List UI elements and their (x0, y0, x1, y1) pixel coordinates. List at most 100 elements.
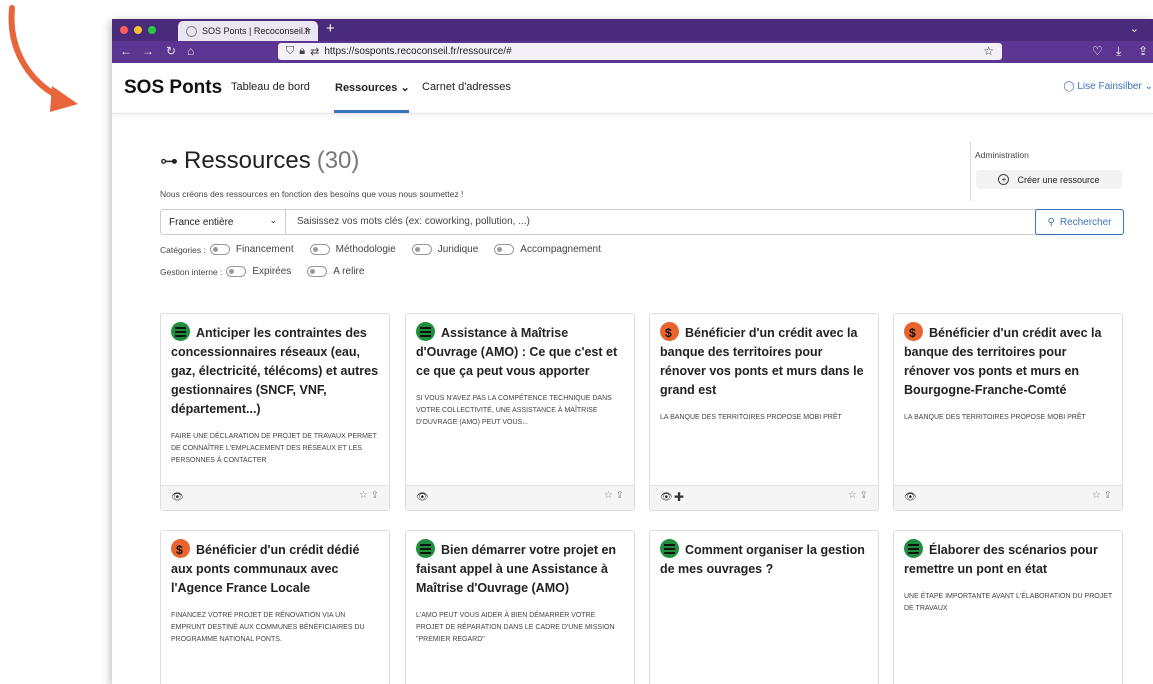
filter-a-relire[interactable]: A relire (303, 266, 364, 277)
card-footer: 👁︎ ☆ ⇪ (406, 485, 634, 510)
browser-titlebar: SOS Ponts | Recoconseil.fr × + ⌄ (112, 19, 1153, 41)
card-title[interactable]: Bénéficier d'un crédit avec la banque de… (660, 322, 868, 400)
card-description: La banque des territoires propose Mobi P… (904, 414, 1086, 421)
page-title: ⊶ Ressources (30) (160, 147, 360, 174)
share-icon[interactable]: ⇪ (1138, 44, 1148, 58)
resource-card[interactable]: Bénéficier d'un crédit avec la banque de… (893, 313, 1123, 511)
close-window-button[interactable] (120, 26, 128, 34)
resource-card[interactable]: Assistance à Maîtrise d'Ouvrage (AMO) : … (405, 313, 635, 511)
card-title[interactable]: Bien démarrer votre projet en faisant ap… (416, 539, 624, 598)
filter-expirees[interactable]: Expirées (222, 266, 291, 277)
page-subtitle: Nous créons des ressources en fonction d… (160, 189, 464, 199)
actions: ☆ ⇪ (604, 490, 624, 501)
forward-icon[interactable]: → (142, 44, 154, 58)
share-icon[interactable]: ⇪ (616, 490, 624, 501)
search-input[interactable]: Saisissez vos mots clés (ex: coworking, … (297, 216, 530, 227)
card-title[interactable]: Bénéficier d'un crédit avec la banque de… (904, 322, 1112, 400)
eye-icon: 👁︎ (660, 492, 673, 503)
card-title[interactable]: Comment organiser la gestion de mes ouvr… (660, 539, 868, 579)
url-bar[interactable]: ⛉ 🔒︎ ⇄ https://sosponts.recoconseil.fr/r… (278, 43, 1002, 60)
close-tab-icon[interactable]: × (304, 25, 310, 37)
reload-icon[interactable]: ↻ (166, 44, 176, 58)
star-icon[interactable]: ☆ (1092, 490, 1101, 501)
browser-tab[interactable]: SOS Ponts | Recoconseil.fr × (178, 21, 318, 41)
filter-accompagnement[interactable]: Accompagnement (490, 244, 601, 255)
resource-card[interactable]: Bénéficier d'un crédit avec la banque de… (649, 313, 879, 511)
browser-toolbar: ← → ↻ ⌂ ⛉ 🔒︎ ⇄ https://sosponts.recocons… (112, 41, 1153, 63)
share-icon[interactable]: ⇪ (371, 490, 379, 501)
filter-financement[interactable]: Financement (206, 244, 294, 255)
card-title[interactable]: Assistance à Maîtrise d'Ouvrage (AMO) : … (416, 322, 624, 381)
nav-tableau-de-bord[interactable]: Tableau de bord (231, 81, 310, 93)
card-footer: 👁︎ ☆ ⇪ (894, 485, 1122, 510)
star-icon[interactable]: ☆ (848, 490, 857, 501)
resource-card[interactable]: Anticiper les contraintes des concession… (160, 313, 390, 511)
maximize-window-button[interactable] (148, 26, 156, 34)
resource-count: (30) (316, 147, 360, 174)
toggle-switch[interactable] (226, 266, 247, 277)
pocket-icon[interactable]: ♡ (1092, 44, 1103, 58)
star-icon[interactable]: ☆ (604, 490, 613, 501)
toggle-switch[interactable] (309, 244, 330, 255)
star-icon[interactable]: ☆ (359, 490, 368, 501)
new-tab-button[interactable]: + (326, 20, 335, 37)
brand-logo[interactable]: SOS Ponts (124, 77, 222, 99)
minimize-window-button[interactable] (134, 26, 142, 34)
card-description: Financez votre projet de rénovation via … (171, 612, 365, 643)
bookmark-star-icon[interactable]: ☆ (983, 44, 994, 58)
card-title[interactable]: Anticiper les contraintes des concession… (171, 322, 379, 419)
home-icon[interactable]: ⌂ (187, 44, 194, 58)
chevron-down-icon: ⌄ (400, 82, 410, 94)
user-icon: ◯ (1063, 81, 1078, 92)
eye-icon: 👁︎ (171, 492, 184, 503)
card-description: La banque des territoires propose Mobi P… (660, 414, 842, 421)
admin-label: Administration (975, 150, 1029, 160)
actions: ☆ ⇪ (1092, 490, 1112, 501)
browser-window: SOS Ponts | Recoconseil.fr × + ⌄ ← → ↻ ⌂… (112, 19, 1153, 684)
scope-select[interactable]: France entière ⌄ (161, 210, 286, 234)
share-icon[interactable]: ⇪ (1104, 490, 1112, 501)
methodology-icon (904, 539, 923, 558)
resource-card[interactable]: Comment organiser la gestion de mes ouvr… (649, 530, 879, 684)
toggle-switch[interactable] (209, 244, 230, 255)
resource-card[interactable]: Bien démarrer votre projet en faisant ap… (405, 530, 635, 684)
filter-methodologie[interactable]: Méthodologie (306, 244, 396, 255)
plus-circle-icon: + (998, 174, 1010, 185)
filter-juridique[interactable]: Juridique (408, 244, 478, 255)
card-title[interactable]: Élaborer des scénarios pour remettre un … (904, 539, 1112, 579)
funding-icon (904, 322, 923, 343)
methodology-icon (416, 539, 435, 558)
share-icon[interactable]: ⇪ (860, 490, 868, 501)
active-tab-indicator (334, 110, 409, 113)
card-footer: 👁︎ ☆ ⇪ (161, 485, 389, 510)
card-description: Une étape importante avant l'élaboration… (904, 593, 1113, 612)
window-controls (120, 26, 156, 34)
resource-card[interactable]: Élaborer des scénarios pour remettre un … (893, 530, 1123, 684)
eye-icon: 👁︎ (904, 492, 917, 503)
search-icon: ⚲ (1047, 216, 1055, 228)
create-resource-button[interactable]: + Créer une ressource (976, 170, 1122, 189)
tab-title: SOS Ponts | Recoconseil.fr (202, 26, 311, 36)
toggle-switch[interactable] (307, 266, 328, 277)
toggle-switch[interactable] (411, 244, 432, 255)
permissions-icon: ⇄ (310, 46, 320, 58)
resource-card[interactable]: Bénéficier d'un crédit dédié aux ponts c… (160, 530, 390, 684)
card-description: Faire une déclaration de projet de trava… (171, 433, 377, 464)
toggle-switch[interactable] (494, 244, 515, 255)
app-navbar: SOS Ponts Tableau de bord Ressources ⌄ C… (112, 63, 1153, 114)
card-footer: 👁︎ ✚ ☆ ⇪ (650, 485, 878, 510)
search-bar: France entière ⌄ Saisissez vos mots clés … (160, 209, 1124, 235)
shield-icon: ⛉ (286, 45, 295, 57)
user-menu[interactable]: ◯ Lise Fainsilber ⌄ (1063, 81, 1153, 92)
funding-icon (660, 322, 679, 343)
nav-ressources[interactable]: Ressources ⌄ (335, 81, 410, 94)
download-icon[interactable]: ⤓ (1116, 44, 1121, 59)
lock-icon: 🔒︎ (299, 45, 306, 57)
chevron-down-icon[interactable]: ⌄ (1130, 22, 1139, 35)
search-button[interactable]: ⚲ Rechercher (1035, 209, 1124, 235)
nav-carnet-adresses[interactable]: Carnet d'adresses (422, 81, 511, 93)
card-title[interactable]: Bénéficier d'un crédit dédié aux ponts c… (171, 539, 379, 598)
annotation-arrow (8, 5, 78, 112)
actions: ☆ ⇪ (359, 490, 379, 501)
back-icon[interactable]: ← (120, 44, 132, 58)
